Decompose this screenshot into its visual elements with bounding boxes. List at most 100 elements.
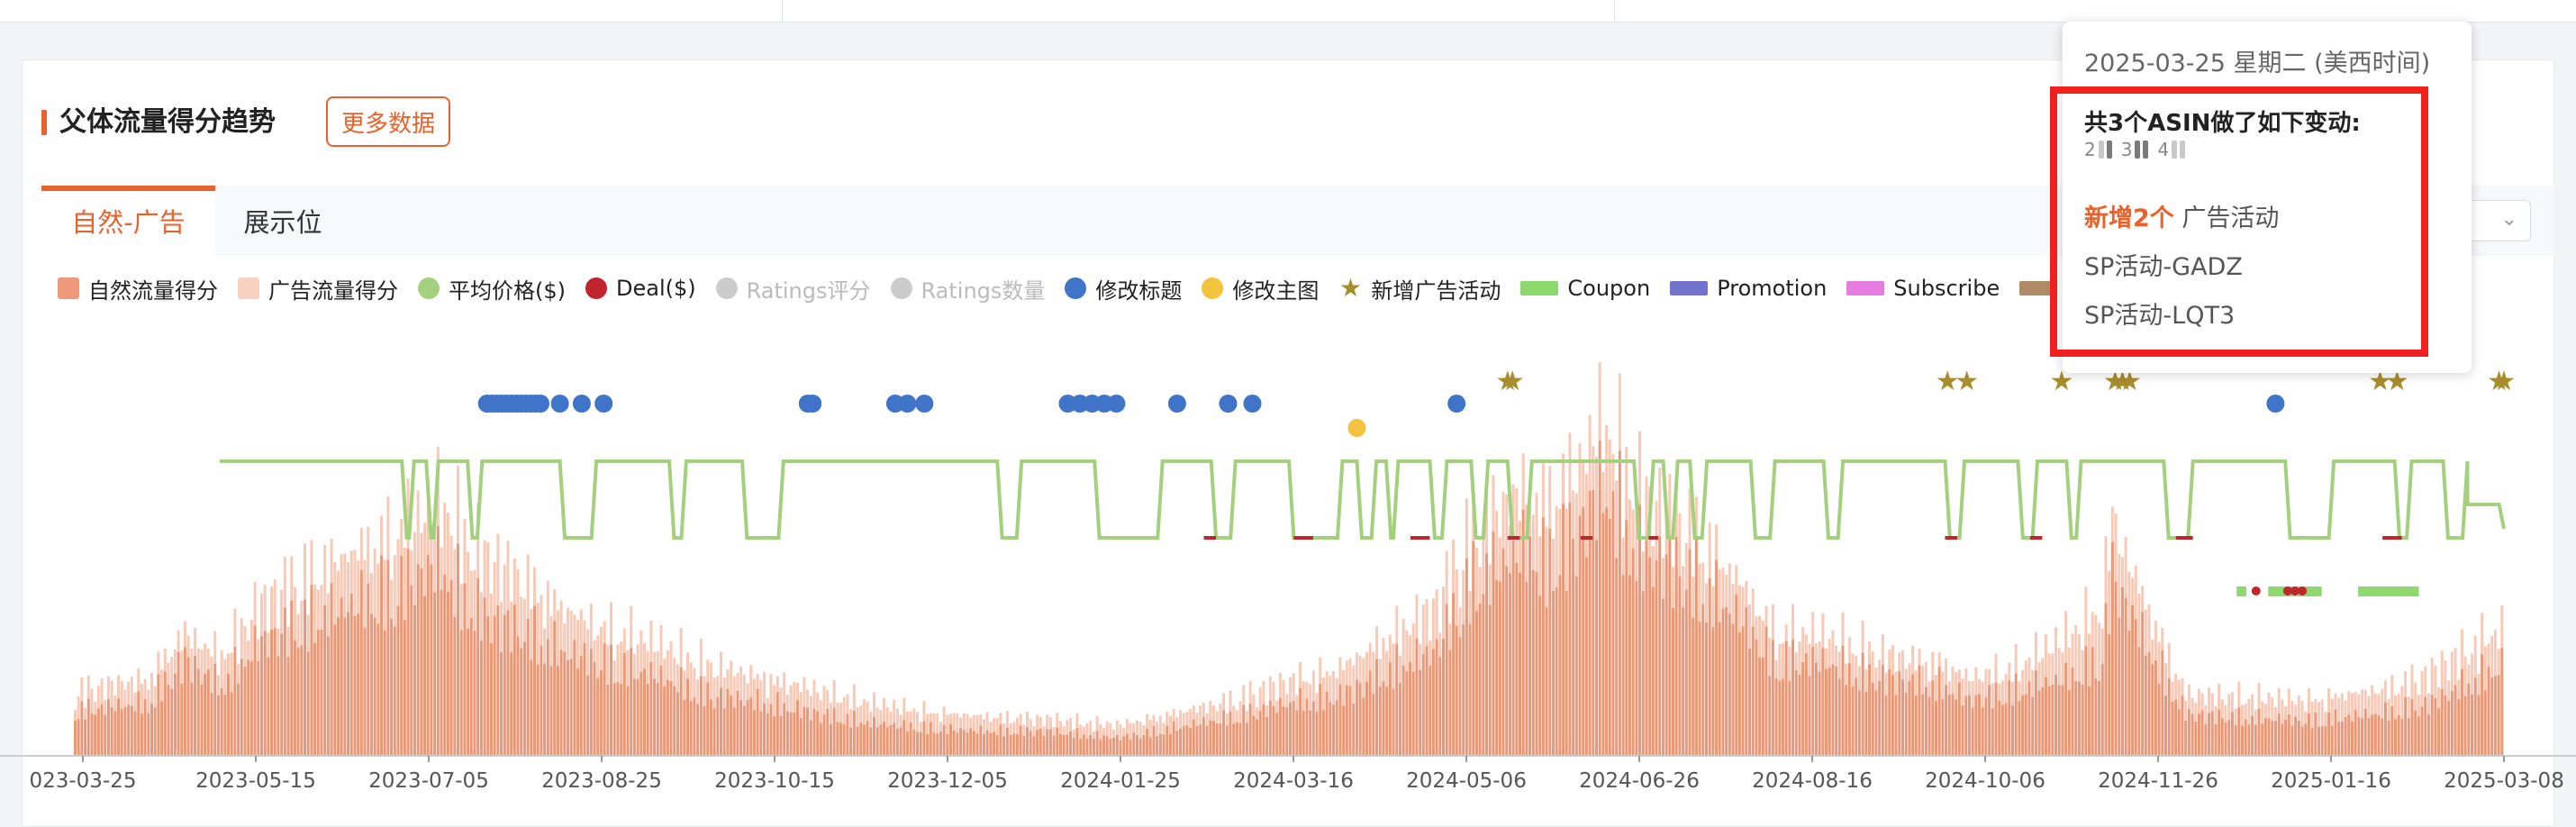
ad-score-bar	[1941, 671, 1945, 700]
ad-score-bar	[1066, 719, 1069, 735]
ad-score-bar	[1891, 645, 1894, 676]
ad-score-bar	[883, 697, 886, 722]
ad-score-bar	[233, 608, 237, 647]
ad-score-bar	[1974, 667, 1978, 695]
organic-score-bar	[1109, 739, 1112, 755]
legend-item[interactable]: Ratings评分	[715, 273, 871, 304]
organic-score-bar	[1682, 607, 1685, 755]
organic-score-bar	[1801, 661, 1805, 755]
ad-score-bar	[1904, 668, 1908, 693]
ad-score-bar	[2304, 711, 2308, 724]
organic-score-bar	[589, 649, 593, 755]
ad-score-bar	[94, 702, 97, 715]
organic-score-bar	[2167, 678, 2171, 755]
price-line	[219, 459, 2506, 540]
title-accent-bar	[41, 110, 47, 135]
organic-score-bar	[2307, 713, 2310, 755]
organic-score-bar	[683, 699, 686, 755]
ad-score-bar	[2426, 693, 2430, 715]
legend-item[interactable]: 平均价格($)	[418, 273, 566, 304]
ad-score-bar	[1105, 721, 1109, 737]
organic-score-bar	[1794, 669, 1798, 755]
organic-score-bar	[1841, 645, 1845, 755]
ad-score-bar	[2230, 692, 2234, 713]
organic-score-bar	[1222, 710, 1226, 755]
ad-score-bar	[1275, 700, 1279, 713]
ad-score-bar	[1945, 659, 1948, 686]
tab-organic-ad[interactable]: 自然-广告	[41, 186, 215, 256]
organic-score-bar	[1688, 549, 1692, 755]
ad-score-bar	[1711, 586, 1715, 628]
organic-score-bar	[2174, 699, 2178, 755]
organic-score-bar	[720, 687, 722, 755]
organic-score-bar	[247, 659, 250, 755]
organic-score-bar	[1102, 735, 1105, 755]
organic-score-bar	[106, 699, 110, 755]
ad-score-bar	[1292, 673, 1295, 702]
ad-score-bar	[1881, 634, 1884, 666]
more-data-button[interactable]: 更多数据	[326, 96, 450, 147]
legend-item[interactable]: Coupon	[1520, 276, 1650, 301]
organic-score-bar	[316, 630, 320, 755]
organic-score-bar	[2067, 690, 2071, 755]
organic-score-bar	[905, 732, 909, 755]
ad-score-bar	[593, 640, 596, 662]
ad-score-bar	[190, 648, 194, 683]
organic-score-bar	[2267, 718, 2271, 755]
organic-score-bar	[1731, 623, 1735, 755]
organic-score-bar	[1056, 727, 1059, 755]
ad-score-bar	[510, 601, 513, 653]
ad-score-bar	[183, 621, 186, 648]
organic-score-bar	[183, 647, 186, 755]
ad-score-bar	[2227, 694, 2231, 720]
legend-item[interactable]: 广告流量得分	[238, 273, 398, 304]
organic-score-bar	[2144, 655, 2147, 755]
legend-item[interactable]: Subscribe	[1846, 276, 2000, 301]
ad-score-bar	[1914, 670, 1918, 696]
organic-score-bar	[180, 683, 184, 755]
tab-placement[interactable]: 展示位	[224, 186, 341, 256]
ad-score-bar	[1056, 713, 1059, 728]
organic-score-bar	[353, 615, 357, 755]
ad-score-bar	[194, 628, 197, 656]
organic-score-bar	[926, 733, 930, 755]
legend-item[interactable]: Promotion	[1670, 276, 1827, 301]
organic-score-bar	[2324, 726, 2327, 755]
legend-item[interactable]: ★ 新增广告活动	[1338, 273, 1501, 304]
ad-score-bar	[1032, 726, 1036, 737]
ad-score-bar	[449, 535, 453, 580]
organic-score-bar	[752, 710, 756, 755]
image-change-dot	[1347, 419, 1366, 437]
ad-score-bar	[1062, 726, 1066, 735]
ad-score-bar	[2011, 681, 2014, 706]
organic-score-bar	[1119, 740, 1122, 755]
ad-score-bar	[1692, 576, 1695, 618]
organic-score-bar	[367, 583, 370, 755]
organic-score-bar	[656, 682, 659, 755]
ad-score-bar	[1748, 604, 1751, 650]
organic-score-bar	[632, 678, 636, 755]
organic-score-bar	[2230, 712, 2234, 755]
legend-item[interactable]: 自然流量得分	[58, 273, 218, 304]
ad-score-bar	[84, 707, 87, 720]
organic-score-bar	[1692, 617, 1695, 755]
organic-score-bar	[1409, 661, 1412, 755]
organic-score-bar	[2277, 713, 2281, 755]
organic-score-bar	[170, 689, 174, 755]
legend-item[interactable]: Deal($)	[585, 276, 696, 301]
organic-score-bar	[636, 678, 639, 755]
new-campaign-star: ★	[2492, 366, 2517, 397]
organic-score-bar	[1478, 603, 1482, 755]
legend-item[interactable]: Ratings数量	[890, 273, 1045, 304]
legend-item[interactable]: 修改主图	[1202, 273, 1319, 304]
organic-score-bar	[227, 673, 230, 755]
legend-item[interactable]: 修改标题	[1065, 273, 1182, 304]
organic-score-bar	[2284, 719, 2288, 755]
organic-score-bar	[223, 695, 227, 755]
organic-score-bar	[1022, 736, 1026, 755]
ad-score-bar	[1761, 620, 1764, 658]
ad-score-bar	[1122, 727, 1126, 737]
organic-score-bar	[1531, 570, 1535, 755]
organic-score-bar	[1651, 586, 1655, 755]
organic-score-bar	[1209, 720, 1212, 755]
